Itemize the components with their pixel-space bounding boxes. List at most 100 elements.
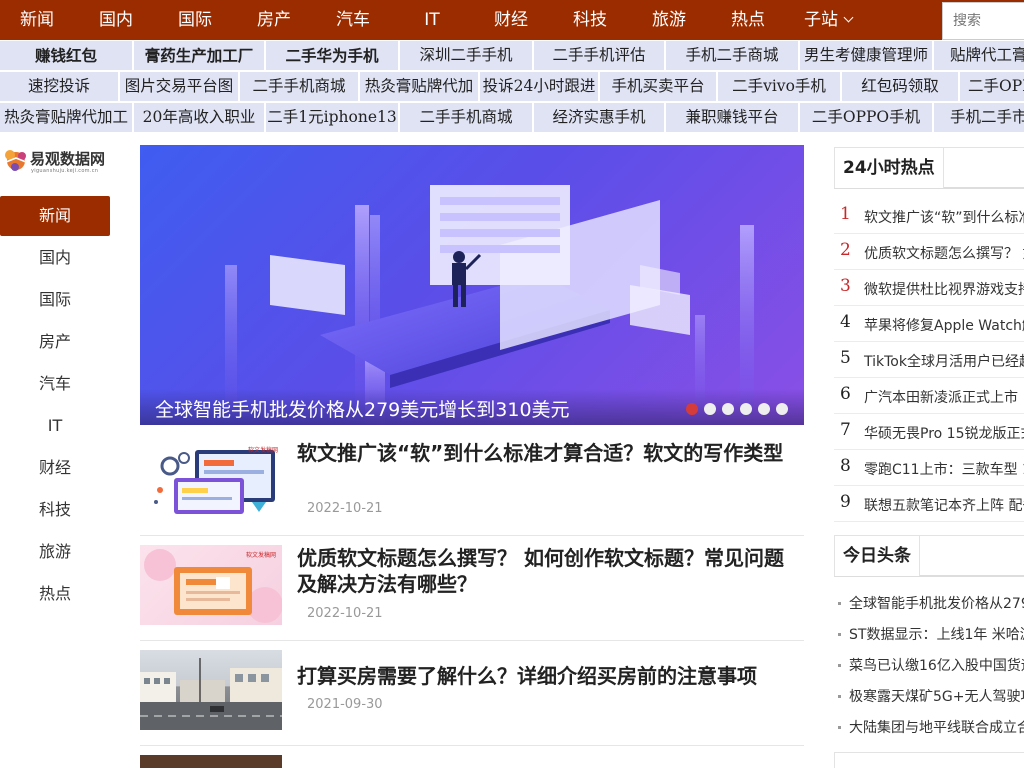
article-thumbnail-image: 软文发稿网 — [144, 549, 282, 623]
nav-item-hot[interactable]: 热点 — [721, 0, 775, 40]
headline-title: 大陆集团与地平线联合成立合资 — [849, 720, 1024, 736]
sidebar-item-auto[interactable]: 汽车 — [0, 364, 110, 404]
keyword-link[interactable]: 二手1元iphone13 — [266, 103, 398, 132]
keyword-link[interactable]: 手机买卖平台 — [600, 72, 716, 101]
headline-item[interactable]: 菜鸟已认缴16亿入股中国货运 — [834, 650, 1024, 681]
keyword-link[interactable]: 二手OPPO — [960, 72, 1024, 101]
logo-mark-icon — [5, 150, 27, 171]
keyword-link[interactable]: 热灸膏贴牌代加工 — [0, 103, 132, 132]
hot-rank: 4 — [840, 312, 851, 332]
hero-carousel[interactable]: 全球智能手机批发价格从279美元增长到310美元 — [140, 145, 804, 425]
sidebar-item-news[interactable]: 新闻 — [0, 196, 110, 236]
nav-substations-label: 子站 — [804, 10, 838, 30]
keyword-link[interactable]: 深圳二手手机 — [400, 41, 532, 70]
article-thumbnail[interactable]: 软文发稿网 — [140, 545, 282, 625]
article-item: 软文发稿网 优质软文标题怎么撰写？ 如何创作软文标题？常见问题及解决方法有哪些？… — [140, 545, 804, 641]
keyword-link[interactable]: 贴牌代工膏 — [934, 41, 1024, 70]
sidebar-item-it[interactable]: IT — [0, 406, 110, 446]
search-input[interactable] — [943, 3, 1024, 39]
article-thumbnail[interactable] — [140, 755, 282, 768]
keyword-link[interactable]: 二手vivo手机 — [718, 72, 840, 101]
carousel-dots — [686, 403, 788, 415]
today-title: 今日头条 — [835, 536, 920, 576]
article-title[interactable]: 打算买房需要了解什么？详细介绍买房前的注意事项 — [297, 663, 797, 689]
hot24-title: 24小时热点 — [835, 148, 944, 188]
logo-name: 易观数据网 — [30, 150, 106, 168]
article-thumbnail[interactable] — [140, 650, 282, 730]
hot-rank: 5 — [840, 348, 851, 368]
article-thumbnail[interactable]: 软文发稿网 — [140, 440, 282, 520]
hot-title: 优质软文标题怎么撰写？ 如何 — [864, 246, 1024, 262]
headline-item[interactable]: ST数据显示：上线1年 米哈游 — [834, 619, 1024, 650]
hot-list-item[interactable]: 3 微软提供杜比视界游戏支持 — [834, 270, 1024, 306]
nav-item-news[interactable]: 新闻 — [10, 0, 64, 40]
keyword-link[interactable]: 20年高收入职业 — [134, 103, 264, 132]
keyword-link[interactable]: 男生考健康管理师 — [800, 41, 932, 70]
carousel-dot[interactable] — [722, 403, 734, 415]
sidebar-item-domestic[interactable]: 国内 — [0, 238, 110, 278]
hot-list-item[interactable]: 8 零跑C11上市：三款车型 15 — [834, 450, 1024, 486]
keyword-link[interactable]: 速挖投诉 — [0, 72, 118, 101]
sidebar-item-hot[interactable]: 热点 — [0, 574, 110, 614]
keyword-link[interactable]: 兼职赚钱平台 — [666, 103, 798, 132]
hot-list-item[interactable]: 6 广汽本田新凌派正式上市 — [834, 378, 1024, 414]
keyword-link[interactable]: 二手手机商城 — [240, 72, 358, 101]
nav-item-substations[interactable]: 子站 — [804, 0, 864, 40]
nav-item-international[interactable]: 国际 — [168, 0, 222, 40]
keyword-link[interactable]: 膏药生产加工厂 — [134, 41, 264, 70]
keyword-link[interactable]: 手机二手市 — [934, 103, 1024, 132]
bullet-icon — [838, 633, 841, 636]
sidebar-item-realestate[interactable]: 房产 — [0, 322, 110, 362]
keyword-link[interactable]: 经济实惠手机 — [534, 103, 664, 132]
carousel-dot[interactable] — [758, 403, 770, 415]
keyword-link[interactable]: 二手OPPO手机 — [800, 103, 932, 132]
hot-list-item[interactable]: 1 软文推广该“软”到什么标准 — [834, 198, 1024, 234]
headline-item[interactable]: 全球智能手机批发价格从279 — [834, 588, 1024, 619]
keyword-link[interactable]: 热灸膏贴牌代加 — [360, 72, 478, 101]
sidebar-item-travel[interactable]: 旅游 — [0, 532, 110, 572]
keyword-link[interactable]: 赚钱红包 — [0, 41, 132, 70]
article-title[interactable]: 优质软文标题怎么撰写？ 如何创作软文标题？常见问题及解决方法有哪些？ — [297, 545, 797, 597]
hot-list-item[interactable]: 5 TikTok全球月活用户已经超过 — [834, 342, 1024, 378]
nav-item-domestic[interactable]: 国内 — [89, 0, 143, 40]
carousel-dot[interactable] — [776, 403, 788, 415]
sidebar-item-finance[interactable]: 财经 — [0, 448, 110, 488]
headline-item[interactable]: 极寒露天煤矿5G+无人驾驶项目 — [834, 681, 1024, 712]
sidebar-item-tech[interactable]: 科技 — [0, 490, 110, 530]
svg-text:软文发稿网: 软文发稿网 — [246, 551, 276, 559]
headline-item[interactable]: 大陆集团与地平线联合成立合资 — [834, 712, 1024, 743]
logo-url: yiguanshuju.keji.com.cn — [31, 168, 99, 174]
keyword-link[interactable]: 二手手机评估 — [534, 41, 664, 70]
article-item — [140, 755, 804, 768]
keyword-link[interactable]: 图片交易平台图 — [120, 72, 238, 101]
hot-list-item[interactable]: 4 苹果将修复Apple Watch解锁 — [834, 306, 1024, 342]
hot-rank: 9 — [840, 492, 851, 512]
headline-title: 全球智能手机批发价格从279 — [849, 596, 1024, 612]
keyword-link[interactable]: 红包码领取 — [842, 72, 958, 101]
hot-list-item[interactable]: 7 华硕无畏Pro 15锐龙版正式 — [834, 414, 1024, 450]
hot-title: 微软提供杜比视界游戏支持 — [864, 282, 1024, 298]
carousel-dot[interactable] — [704, 403, 716, 415]
keyword-link[interactable]: 手机二手商城 — [666, 41, 798, 70]
keyword-link[interactable]: 二手华为手机 — [266, 41, 398, 70]
hero-caption[interactable]: 全球智能手机批发价格从279美元增长到310美元 — [155, 395, 570, 422]
carousel-dot[interactable] — [740, 403, 752, 415]
nav-item-travel[interactable]: 旅游 — [642, 0, 696, 40]
hot-list-item[interactable]: 9 联想五款笔记本齐上阵 配备 — [834, 486, 1024, 522]
nav-item-realestate[interactable]: 房产 — [247, 0, 301, 40]
keyword-link[interactable]: 投诉24小时跟进 — [480, 72, 598, 101]
headline-title: 菜鸟已认缴16亿入股中国货运 — [849, 658, 1024, 674]
nav-item-auto[interactable]: 汽车 — [326, 0, 380, 40]
sidebar-item-international[interactable]: 国际 — [0, 280, 110, 320]
article-date: 2021-09-30 — [307, 697, 383, 712]
keyword-link[interactable]: 二手手机商城 — [400, 103, 532, 132]
nav-item-it[interactable]: IT — [405, 0, 459, 40]
article-date: 2022-10-21 — [307, 501, 383, 516]
nav-item-tech[interactable]: 科技 — [563, 0, 617, 40]
hot-list-item[interactable]: 2 优质软文标题怎么撰写？ 如何 — [834, 234, 1024, 270]
article-title[interactable]: 软文推广该“软”到什么标准才算合适？软文的写作类型 — [297, 440, 797, 466]
hot-rank: 7 — [840, 420, 851, 440]
nav-item-finance[interactable]: 财经 — [484, 0, 538, 40]
carousel-dot[interactable] — [686, 403, 698, 415]
site-logo[interactable]: 易观数据网 yiguanshuju.keji.com.cn — [0, 144, 120, 180]
